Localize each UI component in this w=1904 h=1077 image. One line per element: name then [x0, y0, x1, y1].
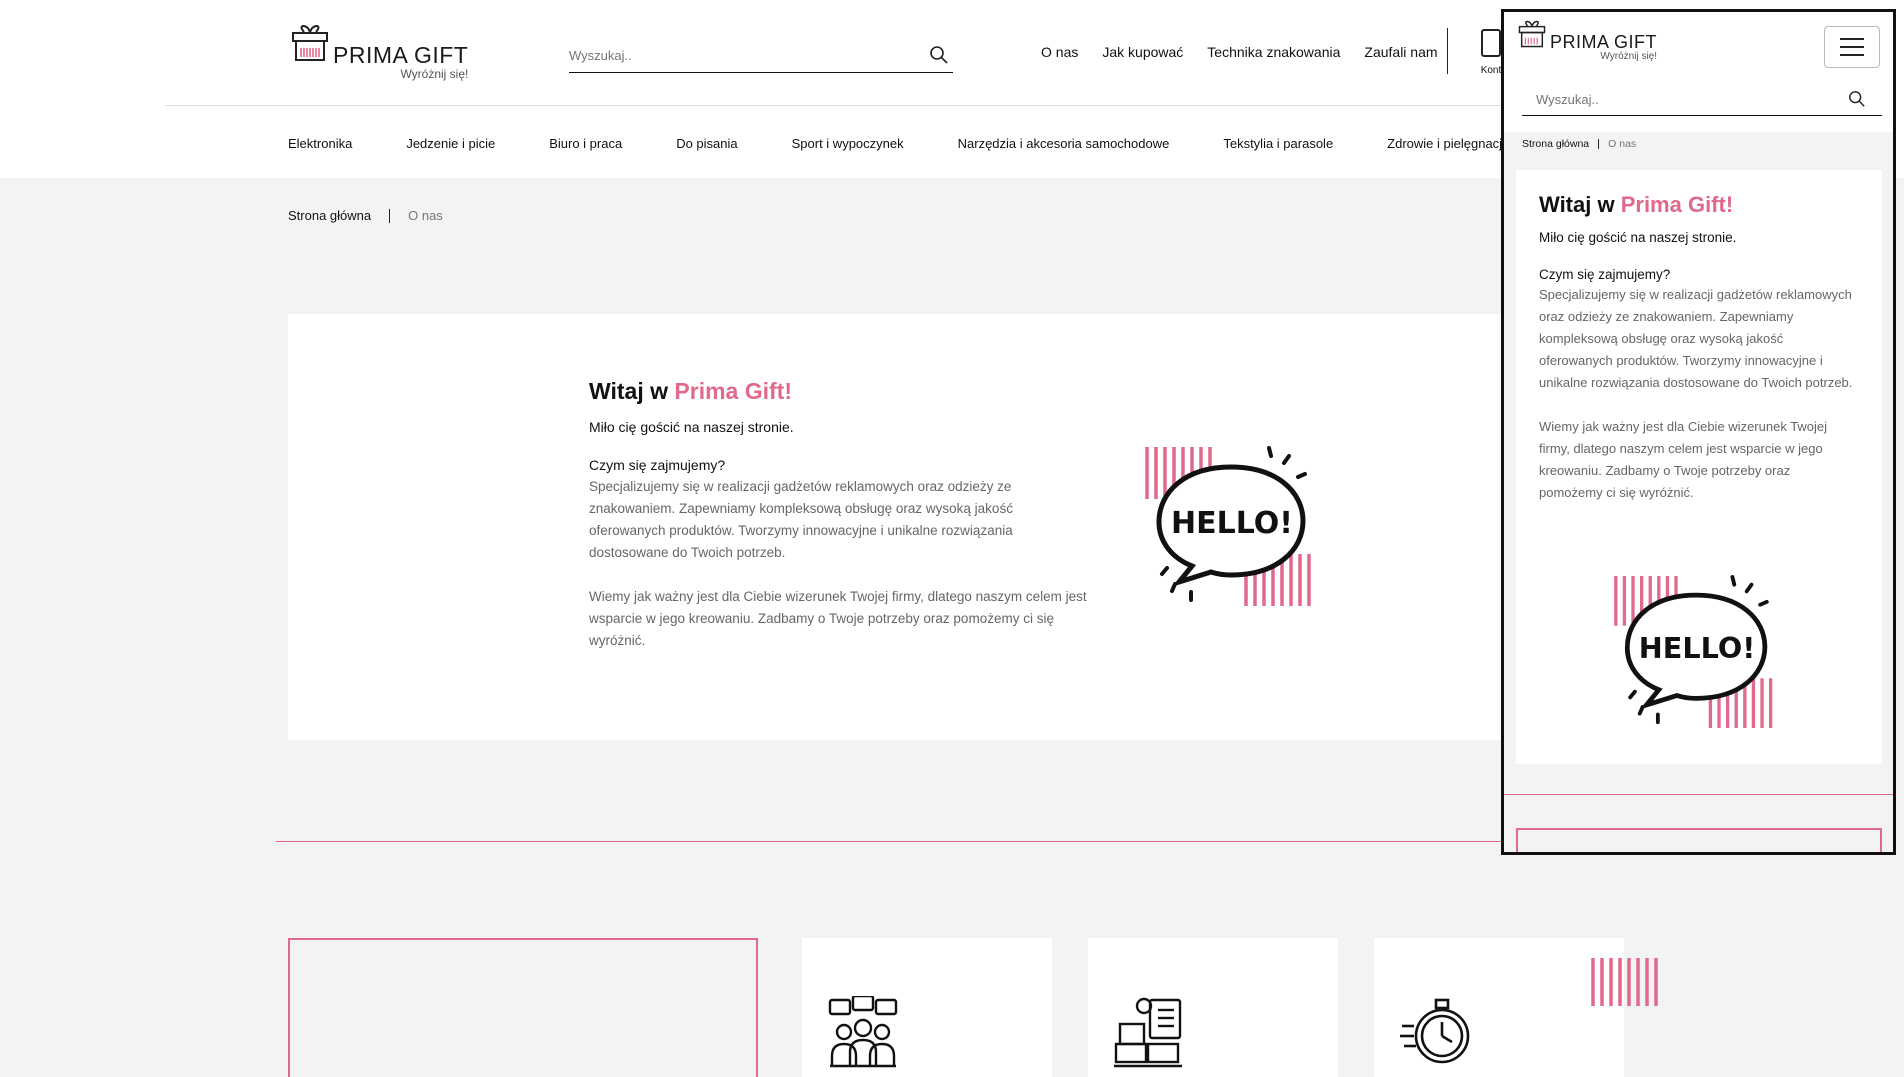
- nav-link-trusted-us[interactable]: Zaufali nam: [1364, 44, 1437, 60]
- search-input[interactable]: [569, 47, 889, 63]
- mobile-hello-illustration: HELLO!: [1614, 575, 1773, 728]
- category-electronics[interactable]: Elektronika: [288, 136, 352, 151]
- mobile-section-divider: [1504, 794, 1893, 795]
- search-icon[interactable]: [1848, 90, 1866, 108]
- mobile-brand-logo[interactable]: PRIMA GIFT Wyróżnij się!: [1518, 19, 1657, 62]
- contact-icon: [1481, 29, 1501, 57]
- gift-icon: [1518, 20, 1546, 48]
- mobile-welcome-card: Witaj w Prima Gift! Miło cię gościć na n…: [1516, 170, 1882, 764]
- mobile-breadcrumb-separator: [1598, 139, 1600, 149]
- category-office-work[interactable]: Biuro i praca: [549, 136, 622, 151]
- mobile-search-input[interactable]: [1522, 91, 1812, 107]
- search-bar: [569, 38, 953, 73]
- contact-label: Kont: [1480, 65, 1502, 76]
- welcome-title-prefix: Witaj w: [589, 378, 675, 404]
- page: PRIMA GIFT Wyróżnij się! O nas Jak kupow…: [0, 0, 1904, 1077]
- welcome-lead: Miło cię gościć na naszej stronie.: [589, 419, 794, 435]
- hello-text: HELLO!: [1171, 506, 1293, 541]
- community-icon: [828, 996, 898, 1068]
- brand-tagline: Wyróżnij się!: [400, 67, 469, 81]
- logistics-icon: [1114, 997, 1182, 1068]
- nav-link-about[interactable]: O nas: [1041, 44, 1078, 60]
- category-tools-car[interactable]: Narzędzia i akcesoria samochodowe: [958, 136, 1170, 151]
- welcome-title-brand: Prima Gift!: [674, 378, 792, 404]
- mobile-mission-paragraph: Wiemy jak ważny jest dla Ciebie wizerune…: [1539, 419, 1828, 500]
- mission-paragraph: Wiemy jak ważny jest dla Ciebie wizerune…: [589, 589, 1087, 648]
- section-divider: [276, 841, 1506, 842]
- brand-name: PRIMA GIFT: [333, 42, 469, 68]
- gift-icon: [292, 24, 328, 61]
- welcome-card: Witaj w Prima Gift! Miło cię gościć na n…: [288, 314, 1518, 740]
- hello-illustration: HELLO!: [1145, 446, 1311, 606]
- category-textiles-umbrellas[interactable]: Tekstylia i parasole: [1223, 136, 1333, 151]
- feature-outline-box: [288, 938, 758, 1077]
- mobile-breadcrumb-current: O nas: [1608, 138, 1637, 150]
- nav-link-how-to-buy[interactable]: Jak kupować: [1102, 44, 1183, 60]
- contact-link[interactable]: Kont: [1480, 28, 1502, 76]
- mobile-feature-outline-box: [1516, 828, 1882, 852]
- header-divider: [165, 105, 1505, 106]
- category-health-care[interactable]: Zdrowie i pielęgnacja: [1387, 136, 1509, 151]
- mobile-search-bar: [1522, 83, 1882, 116]
- mobile-breadcrumb: Strona główna O nas: [1522, 138, 1636, 150]
- mobile-welcome-title-prefix: Witaj w: [1539, 192, 1621, 217]
- category-nav: Elektronika Jedzenie i picie Biuro i pra…: [288, 136, 1563, 151]
- mobile-hello-text: HELLO!: [1639, 631, 1756, 665]
- search-icon[interactable]: [929, 45, 949, 65]
- breadcrumb-current: O nas: [408, 208, 443, 223]
- mobile-brand-name: PRIMA GIFT: [1550, 32, 1658, 52]
- top-nav: O nas Jak kupować Technika znakowania Za…: [1041, 44, 1438, 60]
- welcome-title: Witaj w Prima Gift!: [589, 378, 1089, 405]
- mobile-services-heading: Czym się zajmujemy?: [1539, 267, 1671, 282]
- mobile-header: PRIMA GIFT Wyróżnij się!: [1504, 12, 1893, 132]
- feature-card-speed: [1374, 938, 1624, 1077]
- category-food-drink[interactable]: Jedzenie i picie: [406, 136, 495, 151]
- decorative-stripes: [1591, 958, 1658, 1006]
- feature-card-community: [802, 938, 1052, 1077]
- nav-link-marking[interactable]: Technika znakowania: [1207, 44, 1340, 60]
- mobile-welcome-title: Witaj w Prima Gift!: [1539, 192, 1864, 218]
- nav-divider: [1447, 28, 1448, 74]
- mobile-services-paragraph: Specjalizujemy się w realizacji gadżetów…: [1539, 287, 1853, 390]
- breadcrumb-home[interactable]: Strona główna: [288, 208, 371, 223]
- menu-icon[interactable]: [1824, 26, 1880, 68]
- stopwatch-icon: [1400, 998, 1470, 1064]
- mobile-welcome-lead: Miło cię gościć na naszej stronie.: [1539, 230, 1737, 245]
- feature-card-logistics: [1088, 938, 1338, 1077]
- breadcrumb: Strona główna O nas: [288, 208, 443, 223]
- mobile-welcome-title-brand: Prima Gift!: [1620, 192, 1734, 217]
- services-heading: Czym się zajmujemy?: [589, 457, 726, 473]
- mobile-preview: PRIMA GIFT Wyróżnij się! Strona główna O…: [1501, 9, 1896, 855]
- category-sport-leisure[interactable]: Sport i wypoczynek: [792, 136, 904, 151]
- breadcrumb-separator: [389, 208, 391, 223]
- brand-logo[interactable]: PRIMA GIFT Wyróżnij się!: [291, 24, 468, 81]
- services-paragraph: Specjalizujemy się w realizacji gadżetów…: [589, 479, 1013, 560]
- mobile-breadcrumb-home[interactable]: Strona główna: [1522, 138, 1589, 150]
- category-writing[interactable]: Do pisania: [676, 136, 737, 151]
